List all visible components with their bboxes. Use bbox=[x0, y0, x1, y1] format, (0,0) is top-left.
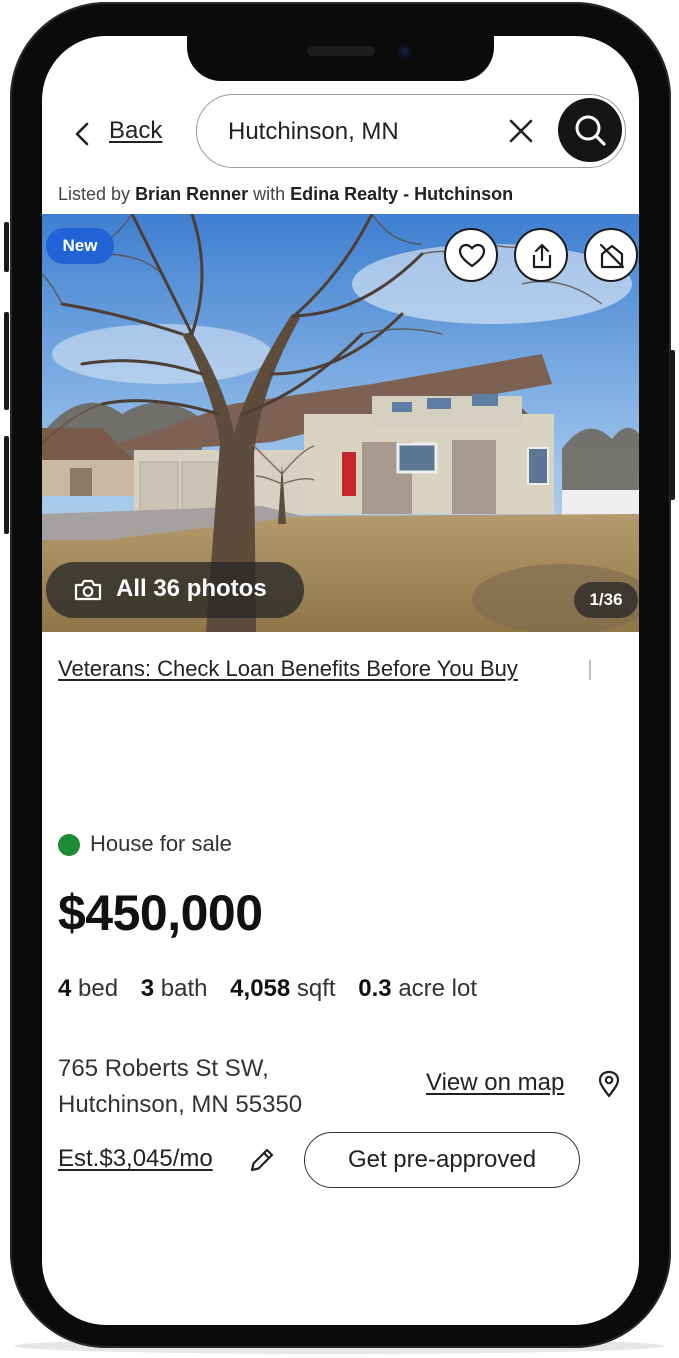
all-photos-label: All 36 photos bbox=[116, 575, 267, 602]
view-on-map-link[interactable]: View on map bbox=[426, 1069, 564, 1097]
camera-icon bbox=[74, 579, 102, 601]
listing-status: House for sale bbox=[90, 831, 232, 856]
close-icon[interactable] bbox=[508, 118, 534, 144]
all-photos-button[interactable]: All 36 photos bbox=[46, 562, 304, 618]
listing-agent: Brian Renner bbox=[135, 184, 249, 204]
lot-value: 0.3 bbox=[358, 975, 392, 1002]
photo-counter: 1/36 bbox=[574, 582, 638, 618]
veterans-loan-link[interactable]: Veterans: Check Loan Benefits Before You… bbox=[58, 656, 518, 682]
volume-up-button bbox=[4, 312, 9, 410]
front-camera bbox=[397, 44, 412, 59]
hide-home-button[interactable] bbox=[584, 228, 638, 282]
listing-credit: Listed by Brian Renner with Edina Realty… bbox=[58, 184, 513, 205]
chevron-left-icon[interactable] bbox=[69, 120, 97, 148]
listing-price: $450,000 bbox=[58, 885, 263, 941]
lot-unit: acre lot bbox=[398, 975, 478, 1002]
listing-credit-prefix: Listed by bbox=[58, 184, 131, 204]
phone-speaker bbox=[307, 46, 375, 56]
new-badge: New bbox=[46, 228, 114, 264]
share-button[interactable] bbox=[514, 228, 568, 282]
address-line2: Hutchinson, MN 55350 bbox=[58, 1091, 303, 1118]
listing-credit-with: with bbox=[253, 184, 286, 204]
mute-switch bbox=[4, 222, 9, 272]
hide-home-icon bbox=[599, 243, 625, 269]
promo-divider bbox=[589, 660, 591, 680]
power-button bbox=[670, 350, 675, 500]
status-dot bbox=[58, 834, 80, 856]
beds-value: 4 bbox=[58, 975, 72, 1002]
listing-brokerage: Edina Realty - Hutchinson bbox=[290, 184, 514, 204]
heart-icon bbox=[458, 243, 486, 268]
baths-value: 3 bbox=[140, 975, 155, 1002]
home-facts: 4 bed 3 bath 4,058 sqft 0.3 acre lot bbox=[58, 975, 477, 1003]
pencil-icon[interactable] bbox=[248, 1146, 276, 1174]
listing-address: 765 Roberts St SW, Hutchinson, MN 55350 bbox=[58, 1051, 302, 1123]
share-icon bbox=[532, 243, 552, 269]
sqft-value: 4,058 bbox=[230, 975, 291, 1002]
sqft-unit: sqft bbox=[296, 975, 336, 1002]
search-icon bbox=[575, 115, 606, 146]
save-home-button[interactable] bbox=[444, 228, 498, 282]
map-pin-icon[interactable] bbox=[597, 1070, 621, 1098]
beds-unit: bed bbox=[78, 975, 119, 1002]
phone-screen: Back Hutchinson, MN Listed by Brian Renn… bbox=[42, 36, 639, 1325]
search-input[interactable]: Hutchinson, MN bbox=[228, 118, 399, 146]
get-preapproved-button[interactable]: Get pre-approved bbox=[304, 1132, 580, 1188]
address-line1: 765 Roberts St SW, bbox=[58, 1055, 269, 1082]
search-button[interactable] bbox=[558, 98, 622, 162]
monthly-estimate-link[interactable]: Est.$3,045/mo bbox=[58, 1145, 213, 1173]
back-link[interactable]: Back bbox=[109, 117, 162, 145]
baths-unit: bath bbox=[160, 975, 208, 1002]
volume-down-button bbox=[4, 436, 9, 534]
